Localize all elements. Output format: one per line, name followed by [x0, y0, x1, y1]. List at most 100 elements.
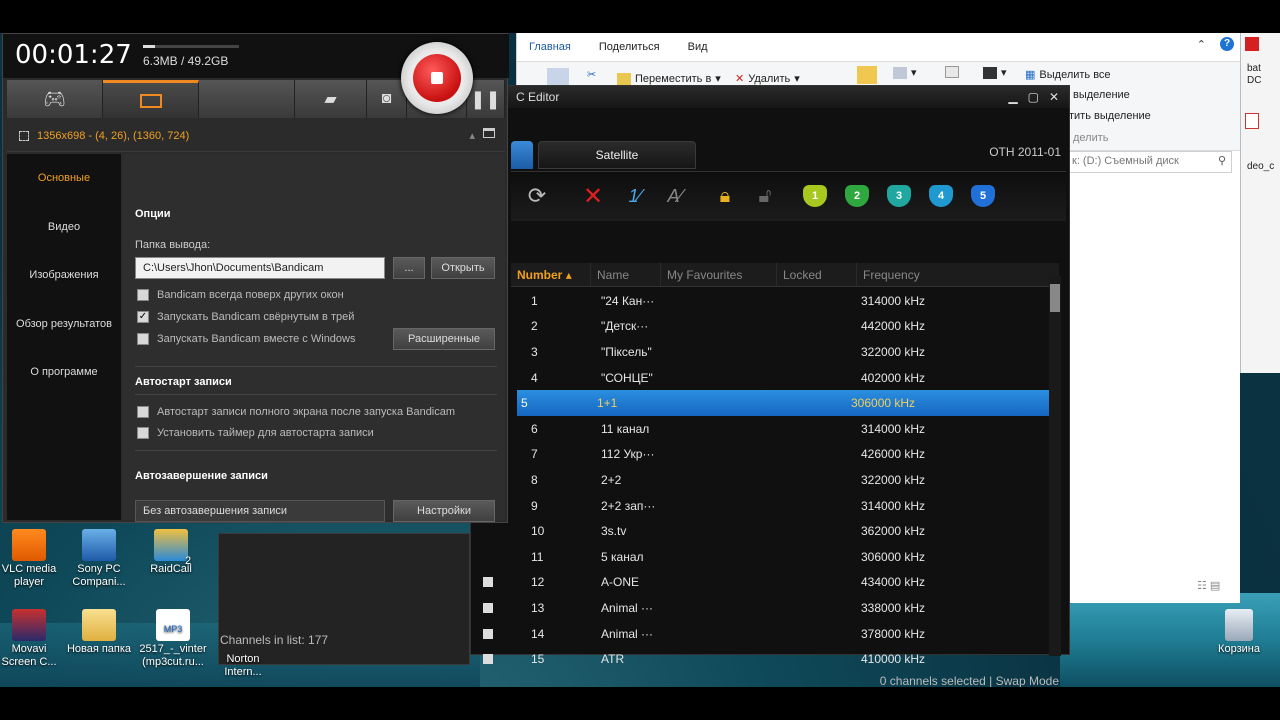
checkbox[interactable]	[137, 427, 149, 439]
col-frequency[interactable]: Frequency	[857, 263, 1057, 286]
table-row[interactable]: 2 "Детск··· 442000 kHz	[471, 314, 1051, 340]
tab-active-indicator[interactable]	[511, 141, 533, 169]
movavi-desktop-icon[interactable]: Movavi Screen C...	[0, 609, 62, 669]
table-row[interactable]: 11 5 канал 306000 kHz	[471, 544, 1051, 570]
screen-mode-button[interactable]	[103, 80, 199, 118]
chevron-up-icon[interactable]: ⌃	[1197, 38, 1206, 51]
paste-icon[interactable]	[547, 68, 569, 86]
table-row[interactable]: 14 Animal ··· 378000 kHz	[471, 621, 1051, 647]
collapse-icon[interactable]: ▴	[469, 129, 475, 142]
properties-icon[interactable]: ▾	[893, 66, 917, 79]
refresh-icon[interactable]: ⟳	[523, 182, 551, 210]
col-number[interactable]: Number ▴	[511, 263, 591, 286]
table-row[interactable]: 3 "Піксель" 322000 kHz	[471, 339, 1051, 365]
favourite-3-icon[interactable]: 3	[885, 182, 913, 210]
row-checkbox[interactable]	[483, 602, 493, 613]
invert-selection-button[interactable]: тить выделение	[1069, 110, 1151, 122]
delete-button[interactable]: ✕ Удалить ▾	[735, 72, 800, 86]
checkbox-always-on-top[interactable]: Bandicam всегда поверх других окон	[137, 289, 344, 301]
search-input[interactable]: к: (D:) Съемный диск ⚲	[1067, 151, 1232, 173]
tab-satellite[interactable]: Satellite	[538, 141, 696, 169]
sidebar-item-images[interactable]: Изображения	[7, 251, 121, 300]
row-checkbox[interactable]	[483, 654, 493, 665]
close-icon[interactable]: ✕	[1049, 86, 1059, 108]
row-checkbox[interactable]	[483, 628, 493, 639]
advanced-button[interactable]: Расширенные	[393, 328, 495, 350]
minimize-icon[interactable]: ▁	[1008, 86, 1017, 108]
edit-icon[interactable]: ▾	[983, 66, 1007, 79]
open-button[interactable]: Открыть	[431, 257, 495, 279]
checkbox[interactable]	[137, 289, 149, 301]
autofinish-field[interactable]: Без автозавершения записи	[135, 500, 385, 522]
lock-icon[interactable]: 🔒︎	[711, 182, 739, 210]
select-all-button[interactable]: ▦ Выделить все	[1025, 68, 1111, 82]
select-none-button[interactable]: выделение	[1073, 89, 1130, 101]
favourite-1-icon[interactable]: 1	[801, 182, 829, 210]
favourite-5-icon[interactable]: 5	[969, 182, 997, 210]
cut-icon[interactable]: ✂	[587, 68, 596, 81]
move-to-button[interactable]: Переместить в ▾	[617, 72, 721, 85]
recycle-bin-desktop-icon[interactable]: Корзина	[1206, 609, 1272, 656]
pause-button[interactable]: ❚❚	[467, 80, 505, 118]
checkbox-checked[interactable]: ✓	[137, 311, 149, 323]
checkbox[interactable]	[137, 406, 149, 418]
col-favourites[interactable]: My Favourites	[661, 263, 777, 286]
view-toggle-icons[interactable]: ☷ ▤	[1197, 579, 1220, 592]
checkbox-autostart-timer[interactable]: Установить таймер для автостарта записи	[137, 427, 374, 439]
settings-button[interactable]: Настройки	[393, 500, 495, 522]
row-checkbox[interactable]	[483, 577, 493, 588]
select-group-label: делить	[1073, 132, 1109, 144]
output-folder-field[interactable]: C:\Users\Jhon\Documents\Bandicam	[135, 257, 385, 279]
tab-view[interactable]: Вид	[688, 41, 708, 53]
open-icon[interactable]	[945, 66, 959, 78]
record-button[interactable]	[401, 42, 473, 114]
sidebar-item-general[interactable]: Основные	[7, 154, 121, 203]
help-icon[interactable]: ?	[1220, 37, 1234, 51]
favourite-4-icon[interactable]: 4	[927, 182, 955, 210]
scrollbar[interactable]	[1049, 276, 1061, 656]
table-row[interactable]: 9 2+2 зап··· 314000 kHz	[471, 493, 1051, 519]
tab-share[interactable]: Поделиться	[599, 41, 660, 53]
sony-desktop-icon[interactable]: Sony PC Compani...	[66, 529, 132, 589]
table-row[interactable]: 4 "СОНЦЕ" 402000 kHz	[471, 365, 1051, 391]
favourite-2-icon[interactable]: 2	[843, 182, 871, 210]
checkbox-start-minimized[interactable]: ✓ Запускать Bandicam свёрнутым в трей	[137, 311, 354, 323]
desktop-icon-2[interactable]: 2	[178, 555, 198, 568]
table-row[interactable]: 12 A-ONE 434000 kHz	[471, 570, 1051, 596]
maximize-icon[interactable]: ▢	[1028, 86, 1039, 108]
mp3-desktop-icon[interactable]: MP3 2517_-_vinter (mp3cut.ru...	[136, 609, 210, 669]
browse-button[interactable]: ...	[393, 257, 425, 279]
unlock-icon[interactable]: 🔓︎	[751, 182, 779, 210]
new-folder-icon[interactable]	[857, 66, 877, 84]
sidebar-item-video[interactable]: Видео	[7, 203, 121, 252]
table-row[interactable]: 10 3s.tv 362000 kHz	[471, 518, 1051, 544]
sidebar-item-about[interactable]: О программе	[7, 348, 121, 397]
sort-az-icon[interactable]: A⁄	[661, 182, 689, 210]
checkbox-autostart-fullscreen[interactable]: Автостарт записи полного экрана после за…	[137, 406, 455, 418]
delete-icon[interactable]: ✕	[579, 182, 607, 210]
tab-home[interactable]: Главная	[529, 41, 571, 53]
scrollbar-thumb[interactable]	[1050, 284, 1060, 312]
vlc-desktop-icon[interactable]: VLC media player	[0, 529, 62, 589]
col-locked[interactable]: Locked	[777, 263, 857, 286]
table-row[interactable]: 8 2+2 322000 kHz	[471, 467, 1051, 493]
table-row-selected[interactable]: 5 1+1 306000 kHz	[517, 390, 1051, 416]
folder-button[interactable]: ▰	[295, 80, 367, 118]
rename-icon[interactable]: 1⁄	[621, 182, 649, 210]
device-mode-button[interactable]	[199, 80, 295, 118]
new-folder-desktop-icon[interactable]: Новая папка	[66, 609, 132, 656]
game-mode-button[interactable]: 🎮︎	[7, 80, 103, 118]
checkbox[interactable]	[137, 333, 149, 345]
table-row[interactable]: 7 112 Укр··· 426000 kHz	[471, 442, 1051, 468]
window-icon[interactable]	[483, 128, 495, 138]
sidebar-item-output[interactable]: Обзор результатов	[7, 300, 121, 349]
checkbox-start-with-windows[interactable]: Запускать Bandicam вместе с Windows	[137, 333, 356, 345]
close-icon[interactable]	[1245, 37, 1259, 51]
table-row[interactable]: 1 "24 Кан··· 314000 kHz	[471, 288, 1051, 314]
raidcall-desktop-icon[interactable]: RaidCall	[138, 529, 204, 576]
norton-desktop-icon[interactable]: Norton Intern...	[210, 653, 276, 679]
table-row[interactable]: 15 ATR 410000 kHz	[471, 646, 1051, 672]
table-row[interactable]: 6 11 канал 314000 kHz	[471, 416, 1051, 442]
col-name[interactable]: Name	[591, 263, 661, 286]
table-row[interactable]: 13 Animal ··· 338000 kHz	[471, 595, 1051, 621]
